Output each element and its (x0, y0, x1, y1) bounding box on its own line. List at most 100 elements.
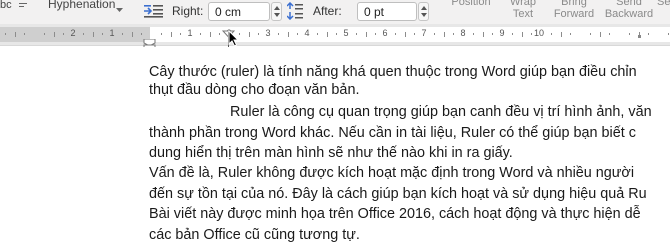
document-line: thành phần trong Word khác. Nếu cần in t… (149, 125, 636, 141)
ruler-tick (375, 33, 376, 35)
ruler-number: 8 (460, 28, 466, 38)
stepper-up-icon[interactable] (274, 6, 280, 10)
hyphenation-icon (18, 0, 28, 8)
ruler-tick (200, 33, 201, 35)
ruler-tick (629, 33, 630, 35)
ruler-tick (648, 33, 649, 35)
ruler-tick (63, 33, 64, 35)
horizontal-ruler[interactable]: 2 1 1 2 3 4 5 6 7 8 9 10 (0, 24, 670, 49)
ruler-number: 9 (499, 28, 505, 38)
wrap-text-button[interactable]: Wrap Text (503, 0, 543, 20)
ruler-number: 3 (265, 28, 271, 38)
ruler-tick (122, 33, 123, 35)
spacing-after-field[interactable] (357, 2, 417, 21)
spacing-after-stepper[interactable] (418, 2, 429, 21)
partial-right-button[interactable]: Se (657, 0, 670, 8)
ruler-tick (132, 32, 133, 37)
ruler-number: 10 (533, 28, 544, 38)
document-line: Ruler là công cụ quan trọng giúp bạn can… (230, 104, 652, 120)
ruler-tick (258, 33, 259, 35)
ruler-number: 1 (109, 28, 115, 38)
chevron-down-icon[interactable] (116, 0, 123, 18)
document-page[interactable]: Cây thước (ruler) là tính năng khá quen … (0, 47, 670, 245)
ruler-tick (317, 33, 318, 35)
indent-right-stepper[interactable] (271, 2, 282, 21)
document-line: Cây thước (ruler) là tính năng khá quen … (149, 64, 637, 80)
send-backward-label-line1: Send (616, 0, 642, 8)
ruler-tick (366, 32, 367, 37)
stepper-down-icon[interactable] (421, 13, 427, 17)
ruler-tick (180, 33, 181, 35)
ruler-tick (395, 33, 396, 35)
ruler-tick (492, 33, 493, 35)
indent-right-field[interactable] (208, 2, 270, 21)
bring-forward-label-line2: Forward (553, 8, 595, 20)
ruler-tick (24, 33, 25, 35)
spacing-after-icon (286, 1, 303, 25)
bring-forward-label-line1: Bring (561, 0, 587, 8)
stepper-up-icon[interactable] (421, 6, 427, 10)
ruler-tick (668, 33, 669, 35)
stepper-down-icon[interactable] (274, 13, 280, 17)
ruler-tick (102, 33, 103, 35)
mouse-cursor-icon (228, 29, 241, 52)
ruler-tick (297, 33, 298, 35)
ruler-tick (590, 33, 591, 35)
ruler-tick (288, 32, 289, 37)
document-line: Vấn đề là, Ruler không được kích hoạt mặ… (149, 165, 635, 181)
indent-right-icon (144, 4, 164, 23)
wrap-text-label-line2: Text (512, 8, 534, 20)
ruler-tick (609, 33, 610, 35)
ruler-tick (483, 32, 484, 37)
ruler-tick (336, 33, 337, 35)
ruler-tick (327, 32, 328, 37)
send-backward-button[interactable]: Send Backward (603, 0, 655, 20)
tab-stop-marker[interactable] (638, 26, 642, 44)
ruler-tick (551, 33, 552, 35)
ruler-tick (405, 32, 406, 37)
ruler-tick (531, 33, 532, 35)
partial-left-label: bc (0, 0, 12, 11)
document-line: các bản Office cũ cũng tương tự. (149, 227, 360, 243)
ruler-tick (161, 33, 162, 35)
ruler-tick (5, 33, 6, 35)
ruler-number: 5 (343, 28, 349, 38)
document-line: đến sự tồn tại của nó. Đây là cách giúp … (149, 186, 647, 202)
ruler-tick (278, 33, 279, 35)
ruler-tick (219, 33, 220, 35)
hyphenation-button[interactable]: Hyphenation (48, 0, 115, 11)
spacing-after-label: After: (313, 4, 342, 18)
ruler-tick (522, 32, 523, 37)
ruler-tick (561, 32, 562, 37)
ruler-tick (444, 32, 445, 37)
send-backward-label-line2: Backward (604, 8, 654, 20)
ruler-number: 7 (421, 28, 427, 38)
document-line: Bài viết này được minh họa trên Office 2… (149, 206, 641, 222)
ruler-tick (570, 33, 571, 35)
ruler-tick (414, 33, 415, 35)
ruler-tick (434, 33, 435, 35)
ruler-number: 4 (304, 28, 310, 38)
ruler-tick (171, 32, 172, 37)
ruler-number: 1 (187, 28, 193, 38)
ruler-tick (473, 33, 474, 35)
ruler-tick (453, 33, 454, 35)
position-button[interactable]: Position (449, 0, 493, 8)
ruler-tick (93, 32, 94, 37)
ruler-number: 2 (70, 28, 76, 38)
ruler-tick (249, 32, 250, 37)
wrap-text-label-line1: Wrap (509, 0, 537, 8)
ruler-number: 6 (382, 28, 388, 38)
ruler-tick (600, 32, 601, 37)
ruler-tick (512, 33, 513, 35)
document-line: dung hiển thị trên màn hình sẽ như thế n… (149, 145, 513, 161)
ruler-tick (210, 32, 211, 37)
document-line: thụt đầu dòng cho đoạn văn bản. (149, 82, 360, 98)
ruler-tick (15, 32, 16, 37)
ruler-tick (356, 33, 357, 35)
ruler-tick (141, 33, 142, 35)
ruler-tick (44, 33, 45, 35)
ribbon-toolbar: bc Hyphenation Right: Aft (0, 0, 670, 24)
bring-forward-button[interactable]: Bring Forward (551, 0, 597, 20)
ruler-tick (83, 33, 84, 35)
